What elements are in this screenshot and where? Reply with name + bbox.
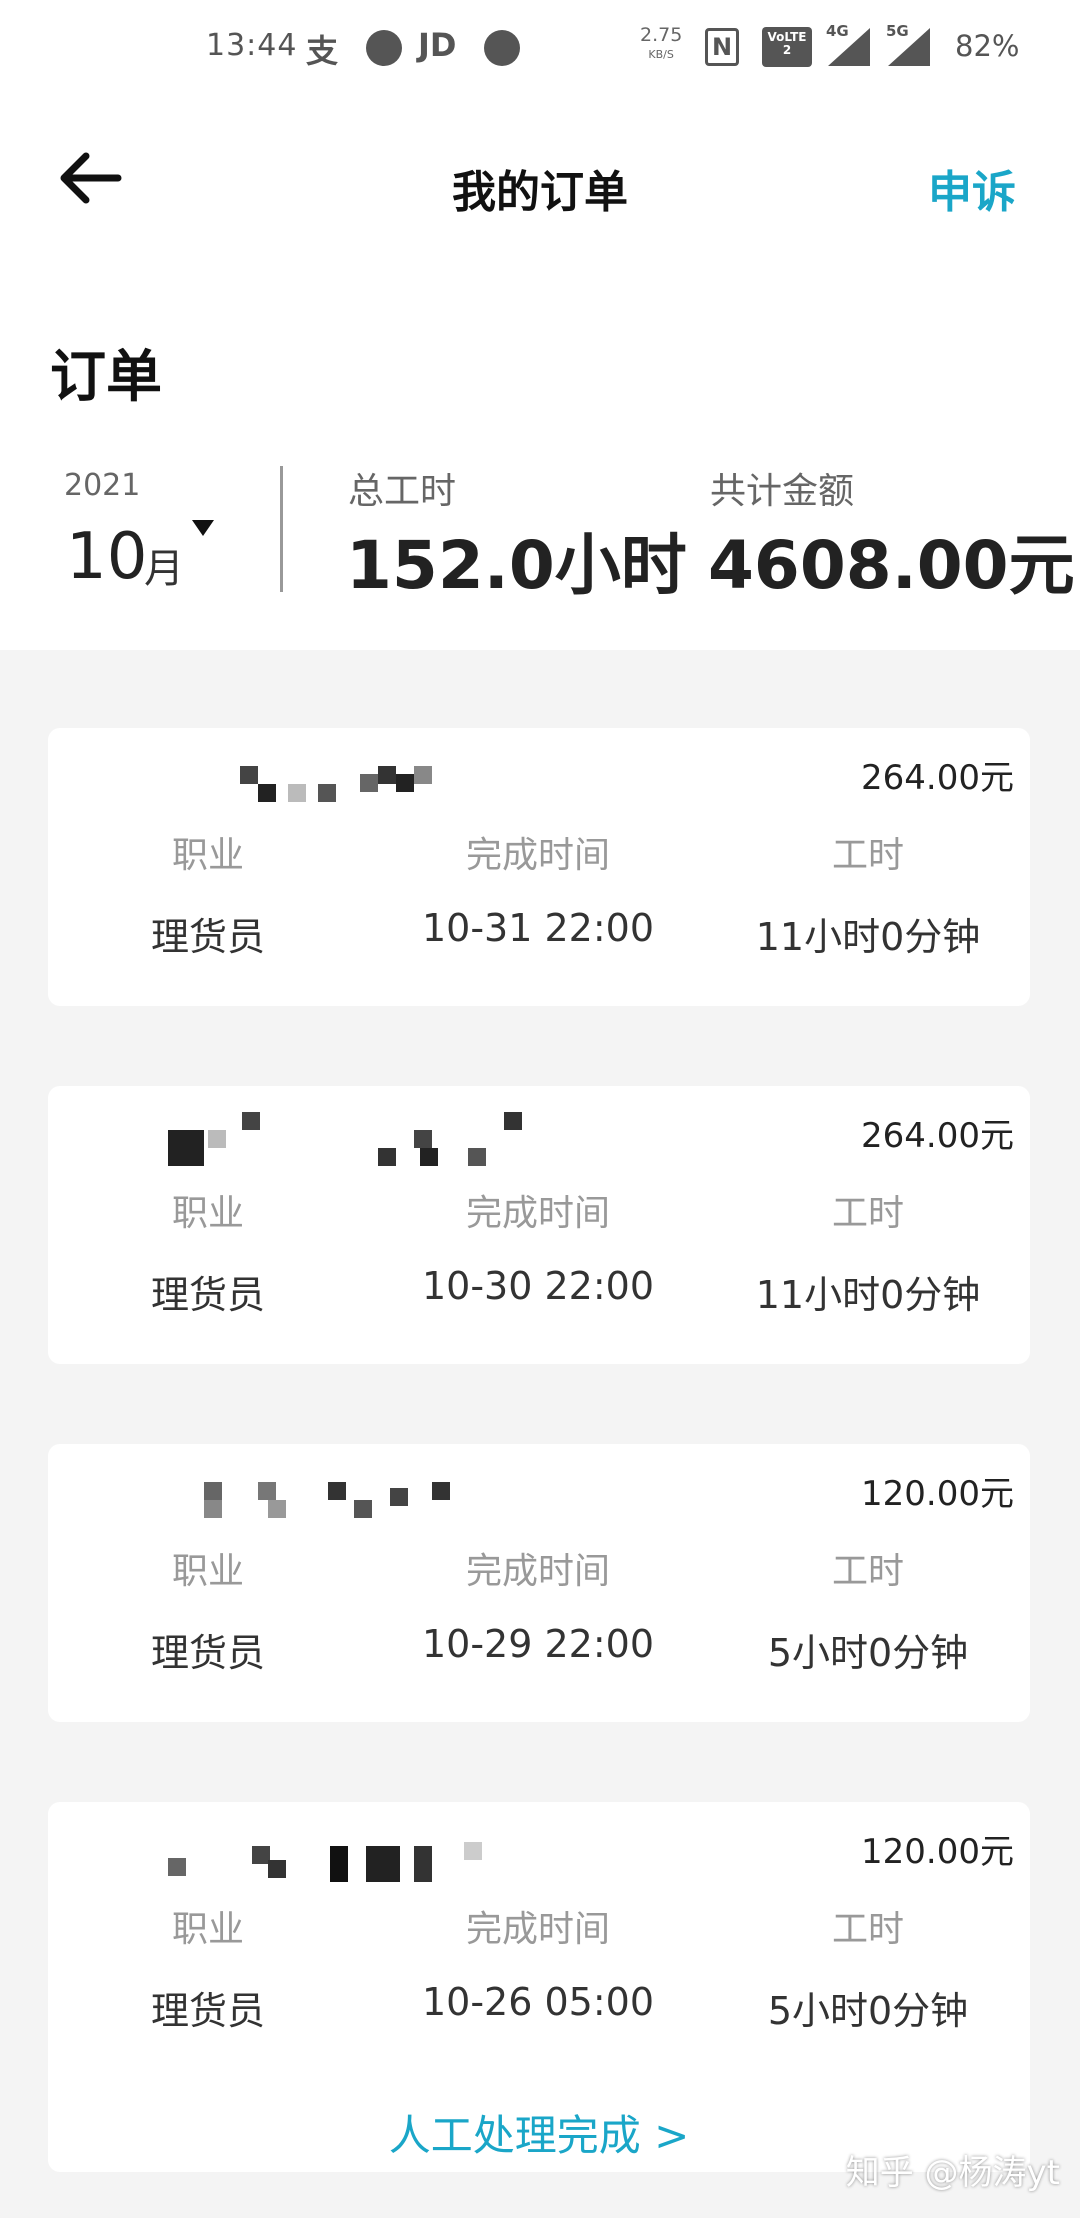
status-bar: 13:44 支 JD 2.75 KB/S N VoLTE 2 4G 5G 82% — [0, 0, 1080, 92]
app-header: 我的订单 申诉 — [0, 92, 1080, 272]
watermark: 知乎 @杨涛yt — [845, 2153, 1060, 2193]
pixelated-order-name — [108, 1462, 488, 1518]
order-amount: 264.00元 — [861, 758, 1014, 798]
net-speed-unit: KB/S — [648, 48, 674, 61]
total-hours-value: 152.0小时 — [346, 527, 687, 604]
job-value: 理货员 — [150, 915, 265, 959]
signal-4g-icon: 4G — [826, 22, 870, 66]
battery-level: 82% — [955, 29, 1020, 63]
job-label: 职业 — [171, 1193, 244, 1234]
finish-time-value: 10-30 22:00 — [421, 1264, 654, 1308]
section-title: 订单 — [50, 345, 162, 410]
order-amount: 120.00元 — [861, 1474, 1014, 1514]
order-amount: 264.00元 — [861, 1116, 1014, 1156]
order-amount: 120.00元 — [861, 1832, 1014, 1872]
finish-time-value: 10-31 22:00 — [421, 906, 654, 950]
appeal-button[interactable]: 申诉 — [928, 156, 1016, 220]
job-value: 理货员 — [150, 1273, 265, 1317]
alipay-icon: 支 — [306, 32, 339, 70]
order-card[interactable]: 264.00元 职业 完成时间 工时 理货员 10-31 22:00 11小时0… — [48, 728, 1030, 1006]
finish-time-value: 10-26 05:00 — [421, 1980, 654, 2024]
hours-value: 5小时0分钟 — [767, 1989, 969, 2033]
summary-divider — [280, 466, 283, 592]
finish-time-label: 完成时间 — [465, 835, 610, 876]
signal-5g-label: 5G — [886, 22, 909, 40]
month-unit: 月 — [144, 546, 184, 592]
notification-circle-icon — [366, 30, 402, 66]
job-value: 理货员 — [150, 1631, 265, 1675]
year-label: 2021 — [64, 468, 141, 503]
dropdown-caret-icon[interactable] — [192, 520, 214, 536]
job-label: 职业 — [171, 1909, 244, 1950]
total-amount-label: 共计金额 — [710, 471, 855, 512]
hours-value: 5小时0分钟 — [767, 1631, 969, 1675]
total-hours-label: 总工时 — [348, 471, 457, 512]
pixelated-order-name — [108, 1820, 488, 1882]
page-title: 我的订单 — [452, 167, 628, 218]
hours-label: 工时 — [831, 1909, 904, 1950]
net-speed: 2.75 KB/S — [640, 26, 682, 64]
clock: 13:44 — [206, 28, 298, 63]
hours-value: 11小时0分钟 — [755, 1273, 981, 1317]
hours-label: 工时 — [831, 835, 904, 876]
job-value: 理货员 — [150, 1989, 265, 2033]
order-card[interactable]: 120.00元 职业 完成时间 工时 理货员 10-26 05:00 5小时0分… — [48, 1802, 1030, 2172]
finish-time-label: 完成时间 — [465, 1551, 610, 1592]
hours-label: 工时 — [831, 1551, 904, 1592]
job-label: 职业 — [171, 1551, 244, 1592]
total-amount-value: 4608.00元 — [708, 527, 1075, 604]
finish-time-value: 10-29 22:00 — [421, 1622, 654, 1666]
pixelated-order-name — [108, 1104, 522, 1166]
finish-time-label: 完成时间 — [465, 1909, 610, 1950]
order-card[interactable]: 120.00元 职业 完成时间 工时 理货员 10-29 22:00 5小时0分… — [48, 1444, 1030, 1722]
hours-value: 11小时0分钟 — [755, 915, 981, 959]
order-summary: 订单 2021 10 月 总工时 152.0小时 共计金额 4608.00元 — [0, 272, 1080, 650]
blocked-icon — [484, 30, 520, 66]
jd-icon: JD — [418, 26, 457, 64]
job-label: 职业 — [171, 835, 244, 876]
volte-icon: VoLTE 2 — [762, 27, 812, 67]
nfc-icon: N — [705, 28, 739, 66]
order-card[interactable]: 264.00元 职业 完成时间 工时 理货员 10-30 22:00 11小时0… — [48, 1086, 1030, 1364]
finish-time-label: 完成时间 — [465, 1193, 610, 1234]
month-value: 10 — [66, 520, 148, 594]
signal-4g-label: 4G — [826, 22, 849, 40]
net-speed-value: 2.75 — [640, 24, 683, 46]
hours-label: 工时 — [831, 1193, 904, 1234]
pixelated-order-name — [108, 746, 488, 802]
signal-5g-icon: 5G — [886, 22, 930, 66]
